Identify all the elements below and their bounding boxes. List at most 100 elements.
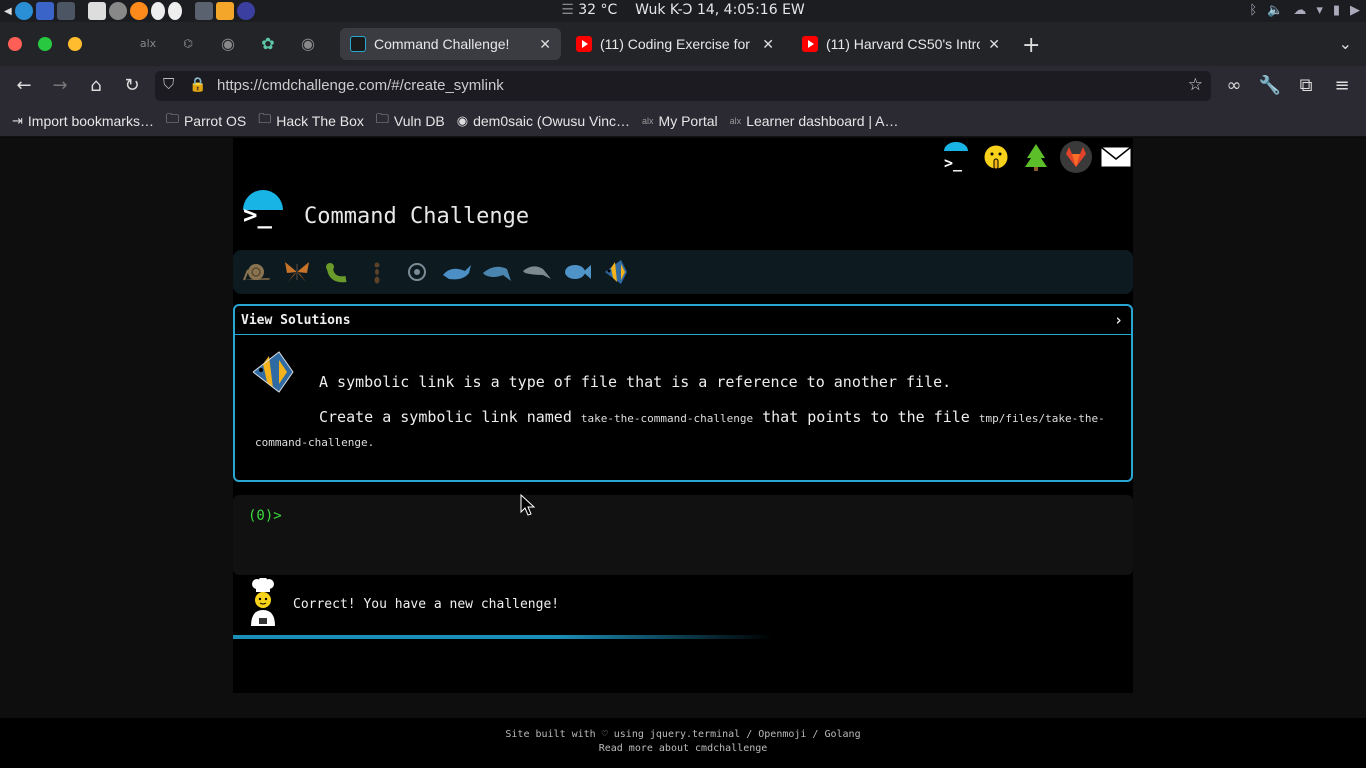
clock: ☰ 32 °C Wuk K-Ɔ 14, 4:05:16 EW [0, 2, 1366, 18]
new-tab-button[interactable]: + [1022, 33, 1040, 58]
challenge-task: Create a symbolic link named take-the-co… [255, 406, 1115, 454]
shushing-face-icon[interactable] [979, 140, 1013, 174]
logo-prompt: >_ [243, 201, 272, 229]
tab-command-challenge[interactable]: Command Challenge! ✕ [340, 28, 561, 60]
tropical-fish-level-icon[interactable] [601, 256, 633, 288]
tropical-fish-icon [249, 350, 299, 394]
tab-label: (11) Harvard CS50's Introd [826, 36, 981, 52]
snail-level-icon[interactable] [241, 256, 273, 288]
forward-button[interactable]: → [48, 74, 72, 98]
alx-icon: alx [642, 116, 654, 126]
email-envelope-icon[interactable] [1099, 140, 1133, 174]
terminal-icon [350, 36, 366, 52]
close-window-button[interactable] [8, 37, 22, 51]
bookmark-import[interactable]: ⇥ Import bookmarks… [12, 113, 154, 129]
microbe-level-icon[interactable] [401, 256, 433, 288]
bookmark-label: Import bookmarks… [27, 113, 154, 129]
tab-harvard-cs50[interactable]: (11) Harvard CS50's Introd ✕ [792, 28, 1010, 60]
site-logo[interactable]: >_ [241, 186, 285, 230]
pinned-tab-alx-icon[interactable]: alx [138, 34, 158, 54]
back-button[interactable]: ← [12, 74, 36, 98]
bluetooth-icon[interactable]: ᛒ [1249, 3, 1257, 18]
home-button[interactable]: ⌂ [84, 74, 108, 98]
close-tab-icon[interactable]: ✕ [762, 36, 774, 53]
site-title: Command Challenge [304, 204, 530, 229]
pinned-tab-github-icon[interactable]: ◉ [218, 34, 238, 54]
terminal-prompt: (0)> [248, 508, 282, 524]
bookmark-parrot-os[interactable]: 🗀 Parrot OS [166, 110, 246, 132]
bookmark-vuln-db[interactable]: 🗀 Vuln DB [376, 110, 445, 132]
list-all-tabs-chevron-icon[interactable]: ⌄ [1339, 34, 1352, 53]
gitlab-icon[interactable] [1059, 140, 1093, 174]
pinned-tab-github2-icon[interactable]: ◉ [298, 34, 318, 54]
bookmark-label: Learner dashboard | A… [746, 113, 899, 129]
weather-text: 32 °C [578, 2, 618, 18]
youtube-icon [802, 36, 818, 52]
private-mask-icon[interactable]: ∞ [1222, 74, 1246, 98]
bookmark-my-portal[interactable]: alx My Portal [642, 113, 718, 129]
bookmark-label: Vuln DB [393, 113, 445, 129]
tab-strip: alx ⌬ ◉ ✿ ◉ Command Challenge! ✕ (11) Co… [0, 22, 1366, 66]
cmdchallenge-logo-icon[interactable]: >_ [939, 140, 973, 174]
close-tab-icon[interactable]: ✕ [988, 36, 1000, 53]
view-solutions-toggle[interactable]: View Solutions › [235, 306, 1131, 335]
battery-icon[interactable]: ▮ [1333, 3, 1340, 18]
tab-coding-exercise[interactable]: (11) Coding Exercise for Be ✕ [566, 28, 784, 60]
volume-icon[interactable]: 🔈 [1267, 3, 1283, 18]
caterpillar-level-icon[interactable] [321, 256, 353, 288]
bookmark-hack-the-box[interactable]: 🗀 Hack The Box [258, 110, 364, 132]
system-top-bar: ◀ ☰ 32 °C Wuk K-Ɔ 14, 4:05:16 EW ᛒ 🔈 ☁ ▾… [0, 0, 1366, 22]
whale-level-icon[interactable] [441, 256, 473, 288]
url-text[interactable]: https://cmdchallenge.com/#/create_symlin… [217, 77, 504, 94]
result-message: Correct! You have a new challenge! [293, 597, 560, 612]
chef-avatar-icon [247, 577, 279, 626]
maximize-window-button[interactable] [38, 37, 52, 51]
social-links: >_ [939, 140, 1133, 174]
bookmark-github-profile[interactable]: ◉ dem0saic (Owusu Vinc… [457, 113, 630, 129]
bookmark-star-icon[interactable]: ☆ [1188, 75, 1203, 95]
task-prefix: Create a symbolic link named [319, 408, 581, 426]
task-middle: that points to the file [753, 408, 979, 426]
svg-text:>_: >_ [944, 154, 963, 172]
close-tab-icon[interactable]: ✕ [539, 36, 551, 53]
progress-fill [233, 635, 773, 639]
pinned-tab-chatgpt-icon[interactable]: ✿ [258, 34, 278, 54]
extensions-icon[interactable]: ⧉ [1294, 74, 1318, 98]
navigation-bar: ← → ⌂ ↻ ⛉ 🔒 https://cmdchallenge.com/#/c… [0, 66, 1366, 106]
dolphin-level-icon[interactable] [521, 256, 553, 288]
import-icon: ⇥ [12, 113, 23, 128]
wifi-icon[interactable]: ▾ [1316, 3, 1323, 18]
reload-button[interactable]: ↻ [120, 74, 144, 98]
github-icon: ◉ [456, 113, 469, 128]
folder-icon: 🗀 [258, 111, 272, 126]
url-bar[interactable]: ⛉ 🔒 https://cmdchallenge.com/#/create_sy… [155, 71, 1211, 101]
weather-icon: ☰ [561, 2, 579, 18]
ant-level-icon[interactable] [361, 256, 393, 288]
mouse-cursor-icon [520, 494, 536, 516]
hamburger-menu-icon[interactable]: ≡ [1330, 74, 1354, 98]
pinned-tab-alx2-icon[interactable]: ⌬ [178, 34, 198, 54]
butterfly-level-icon[interactable] [281, 256, 313, 288]
footer-read-more-link[interactable]: Read more about cmdchallenge [0, 742, 1366, 756]
cloud-icon[interactable]: ☁ [1293, 3, 1306, 18]
chevron-right-icon[interactable]: › [1114, 311, 1123, 329]
progress-bar [233, 635, 1133, 639]
bookmark-learner-dashboard[interactable]: alx Learner dashboard | A… [730, 113, 899, 129]
bookmark-label: Parrot OS [183, 113, 247, 129]
site-footer: Site built with ♡ using jquery.terminal … [0, 718, 1366, 768]
minimize-window-button[interactable] [68, 37, 82, 51]
challenge-panel: View Solutions › A symbolic link is a ty… [233, 304, 1133, 482]
tools-wrench-icon[interactable]: 🔧 [1258, 74, 1282, 98]
view-solutions-label: View Solutions [241, 313, 351, 328]
tab-label: Command Challenge! [374, 36, 510, 52]
fish-level-icon[interactable] [561, 256, 593, 288]
terminal-input[interactable]: (0)> [233, 495, 1133, 575]
symlink-name-code: take-the-command-challenge [580, 412, 754, 425]
shield-icon[interactable]: ⛉ [163, 76, 174, 93]
shark-level-icon[interactable] [481, 256, 513, 288]
tray-arrow-icon[interactable]: ▶ [1350, 3, 1360, 18]
cmdchallenge-container: >_ >_ Command Challenge View Solutions ›… [233, 138, 1133, 693]
tree-icon[interactable] [1019, 140, 1053, 174]
page-viewport: >_ >_ Command Challenge View Solutions ›… [0, 138, 1366, 768]
lock-icon[interactable]: 🔒 [189, 76, 206, 93]
